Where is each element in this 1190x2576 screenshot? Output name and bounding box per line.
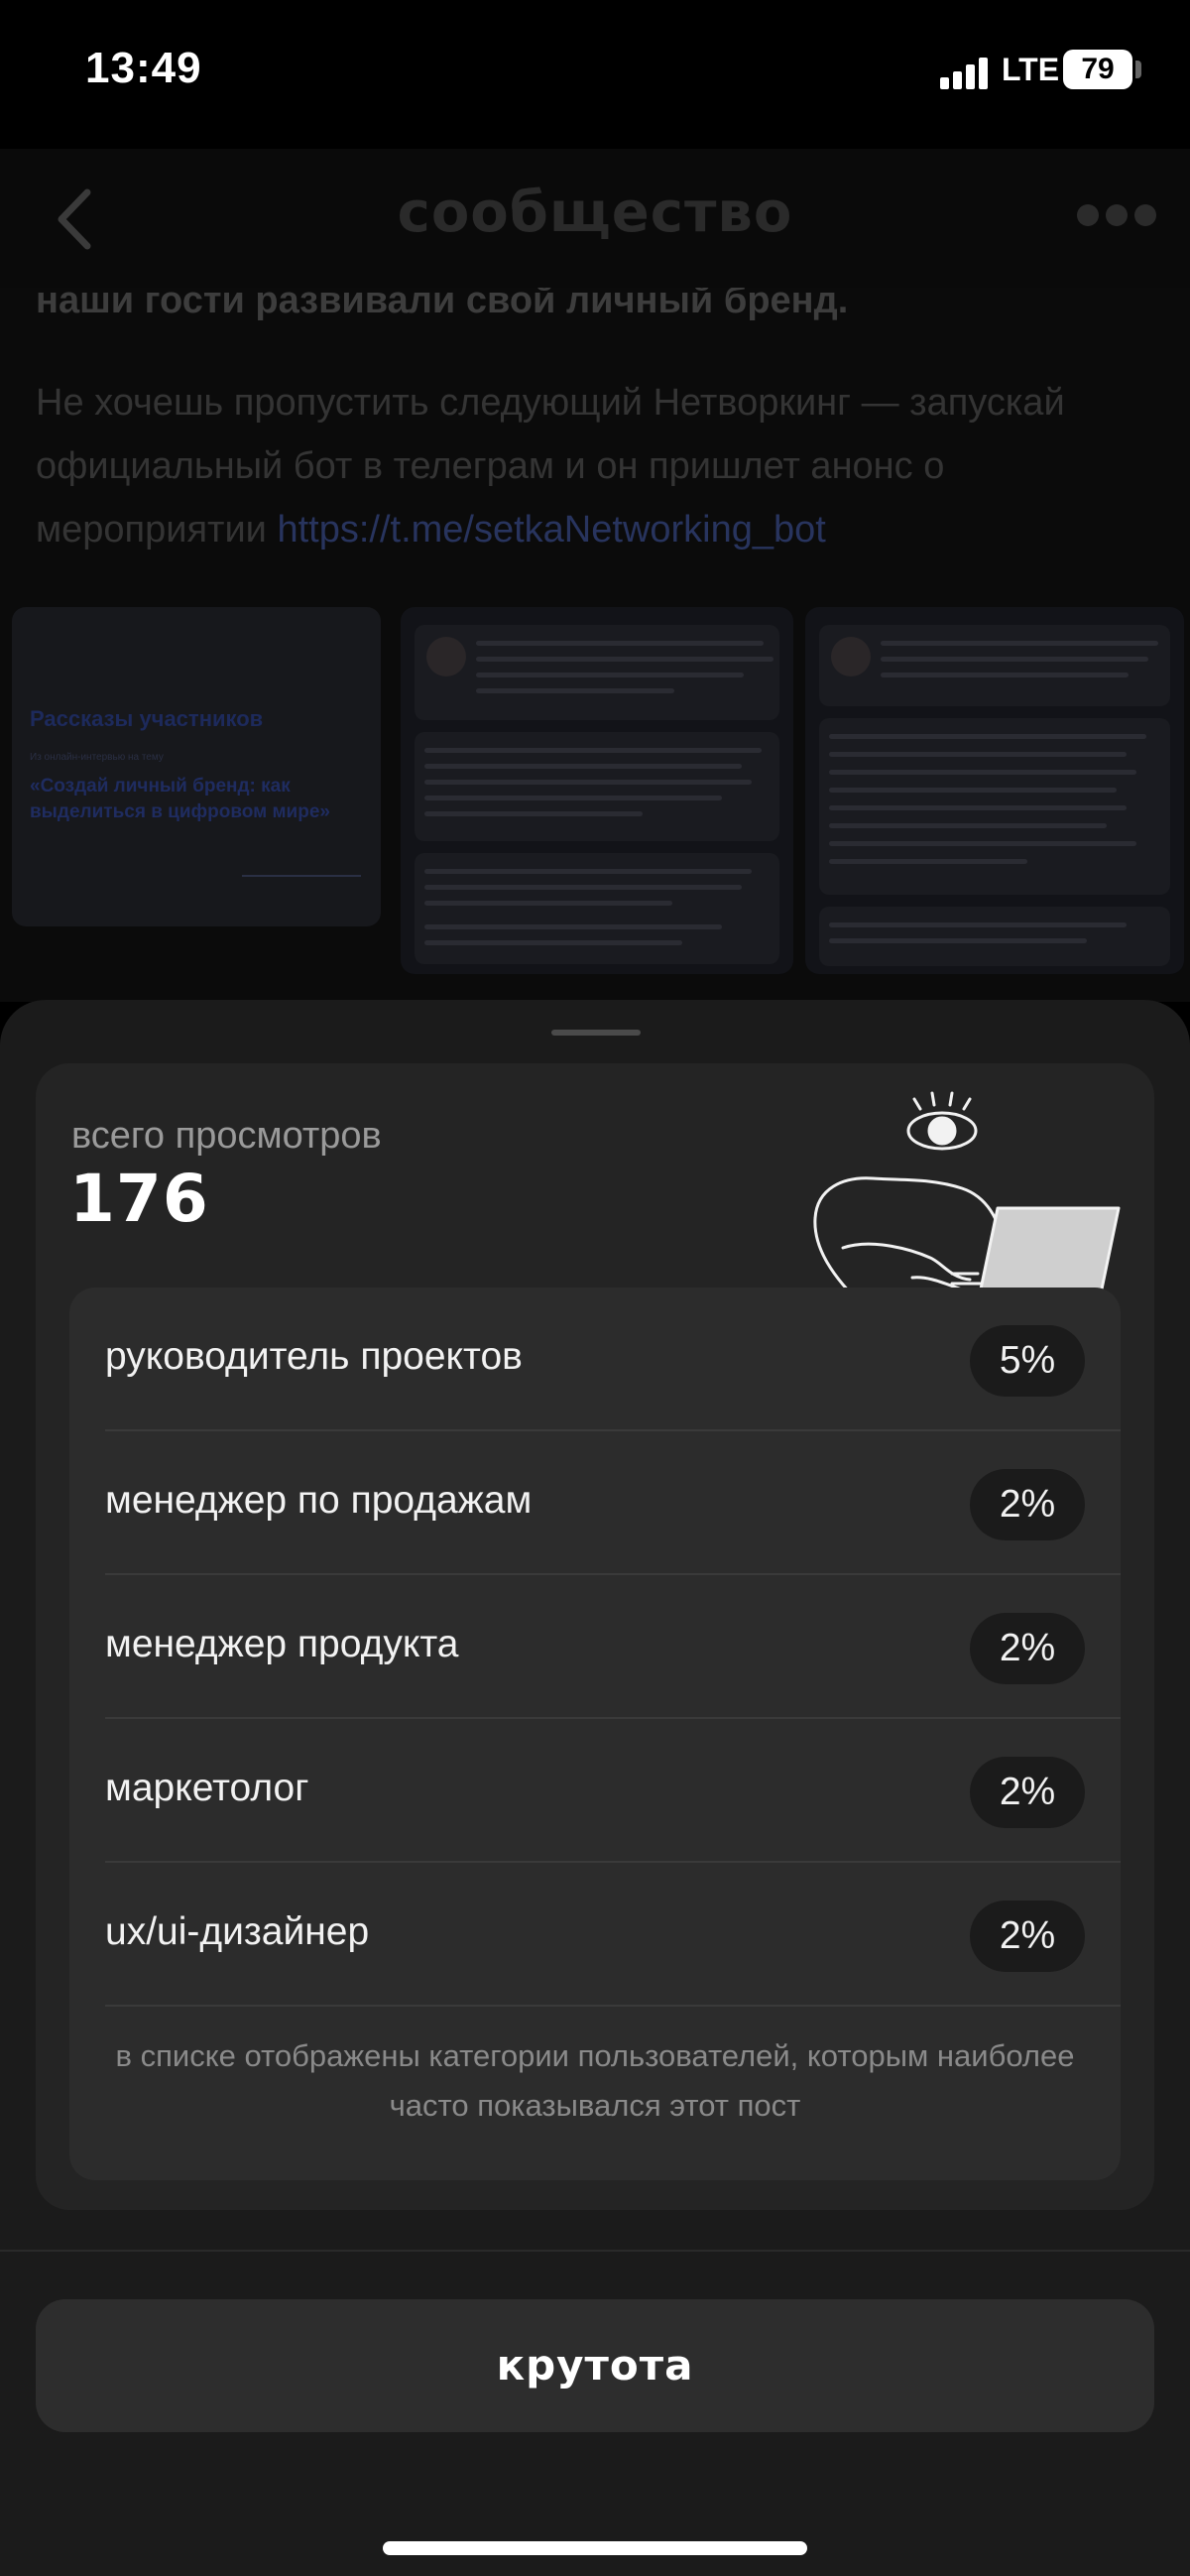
post-image-1[interactable]: Рассказы участников Из онлайн-интервью н… <box>12 607 381 926</box>
role-label: ux/ui-дизайнер <box>105 1910 370 1953</box>
home-indicator[interactable] <box>383 2541 807 2555</box>
slide-card <box>819 625 1170 706</box>
audience-roles-list: руководитель проектов 5% менеджер по про… <box>69 1288 1121 2180</box>
network-label: LTE <box>1002 52 1060 87</box>
post-bold-line: наши гости развивали свой личный бренд. <box>36 288 849 321</box>
battery-tip <box>1135 61 1141 78</box>
list-item: ux/ui-дизайнер 2% <box>105 1863 1121 2007</box>
stats-bottom-sheet: всего просмотров 176 руководитель проект… <box>0 1000 1190 2576</box>
slide-card <box>819 907 1170 966</box>
slide-card <box>415 853 779 964</box>
avatar <box>426 637 466 676</box>
status-time: 13:49 <box>85 44 202 92</box>
post-image-3[interactable] <box>805 607 1184 974</box>
top-nav-bar: сообщество <box>0 149 1190 288</box>
list-item: маркетолог 2% <box>105 1719 1121 1863</box>
post-content: наши гости развивали свой личный бренд. … <box>0 288 1190 1002</box>
role-label: руководитель проектов <box>105 1335 523 1378</box>
role-label: менеджер продукта <box>105 1623 459 1665</box>
status-bar: 13:49 LTE 79 <box>0 0 1190 149</box>
avatar <box>831 637 871 676</box>
battery-icon: 79 <box>1063 50 1132 89</box>
role-percent-badge: 2% <box>970 1757 1085 1828</box>
slide-card <box>415 732 779 841</box>
post-image-2[interactable] <box>401 607 793 974</box>
views-label: всего просмотров <box>71 1115 382 1157</box>
slide-card <box>415 625 779 720</box>
more-button[interactable] <box>1077 204 1156 228</box>
role-percent-badge: 5% <box>970 1325 1085 1397</box>
post-paragraph: Не хочешь пропустить следующий Нетворкин… <box>36 371 1166 561</box>
signal-icon <box>940 56 992 89</box>
divider <box>0 2250 1190 2252</box>
role-percent-badge: 2% <box>970 1901 1085 1972</box>
slide-subtitle: «Создай личный бренд: как выделиться в ц… <box>30 776 330 822</box>
page-title: сообщество <box>397 181 793 245</box>
slide-title: Рассказы участников <box>30 706 264 731</box>
list-item: менеджер продукта 2% <box>105 1575 1121 1719</box>
role-percent-badge: 2% <box>970 1469 1085 1540</box>
slide-small-text: Из онлайн-интервью на тему <box>30 752 164 763</box>
role-label: менеджер по продажам <box>105 1479 533 1522</box>
views-stats-card: всего просмотров 176 руководитель проект… <box>36 1063 1154 2210</box>
ellipsis-icon <box>1077 204 1099 226</box>
role-percent-badge: 2% <box>970 1613 1085 1684</box>
dismiss-button[interactable]: крутота <box>36 2299 1154 2432</box>
person-laptop-icon <box>813 1091 1121 1309</box>
role-label: маркетолог <box>105 1767 309 1809</box>
sheet-grabber[interactable] <box>551 1030 641 1036</box>
slide-arrow <box>242 875 361 877</box>
slide-card <box>819 718 1170 895</box>
list-item: руководитель проектов 5% <box>105 1288 1121 1431</box>
list-item: менеджер по продажам 2% <box>105 1431 1121 1575</box>
post-link[interactable]: https://t.me/setkaNetworking_bot <box>277 509 825 551</box>
roles-note: в списке отображены категории пользовате… <box>115 2038 1075 2123</box>
views-count: 176 <box>69 1161 209 1237</box>
